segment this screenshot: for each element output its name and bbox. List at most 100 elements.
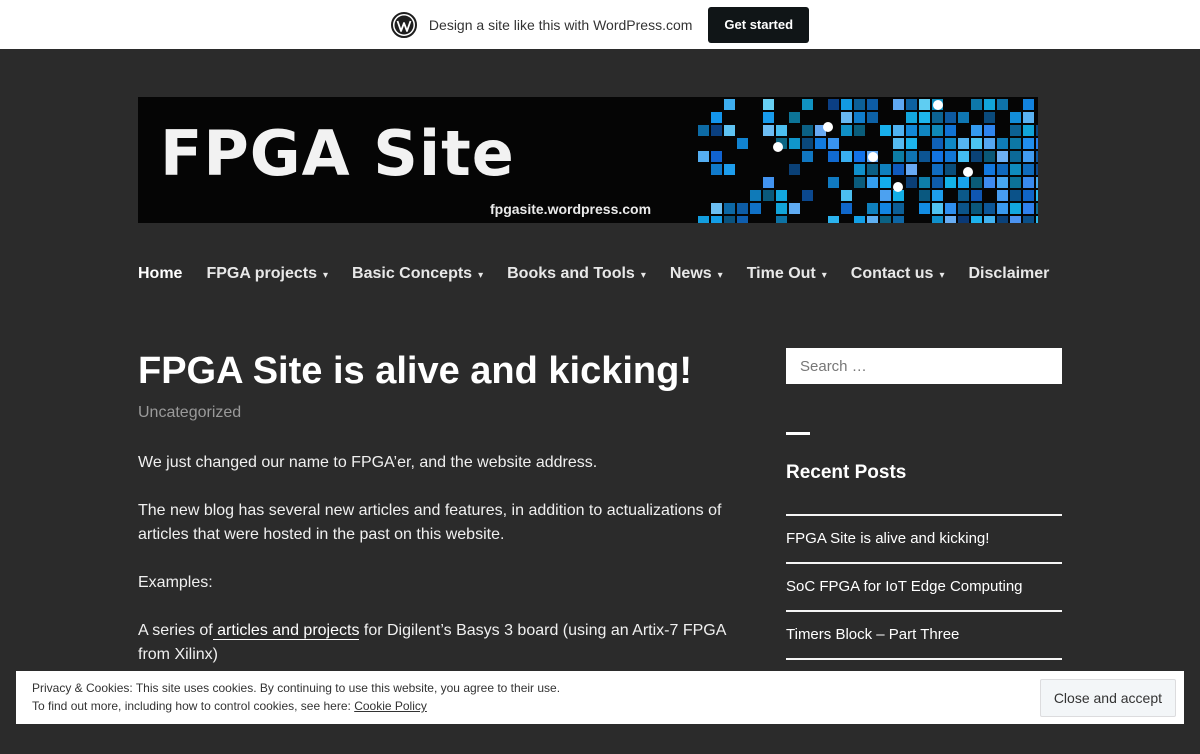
recent-post-link[interactable]: Timers Block – Part Three [786, 610, 1062, 658]
mosaic-tile [724, 203, 735, 214]
mosaic-tile [893, 216, 904, 223]
mosaic-tile [958, 151, 969, 162]
mosaic-tile [919, 203, 930, 214]
nav-item-label: News [669, 265, 712, 282]
mosaic-tile [789, 203, 800, 214]
mosaic-tile [932, 177, 943, 188]
mosaic-tile [958, 203, 969, 214]
mosaic-tile [763, 99, 774, 110]
nav-item-label: Contact us [850, 265, 934, 282]
nav-item-label: Time Out [746, 265, 816, 282]
mosaic-tile [737, 138, 748, 149]
mosaic-tile [906, 177, 917, 188]
mosaic-tile [919, 177, 930, 188]
mosaic-tile [1023, 203, 1034, 214]
nav-item-time-out[interactable]: Time Out ▾ [747, 265, 827, 283]
nav-item-fpga-projects[interactable]: FPGA projects ▾ [206, 265, 328, 283]
mosaic-tile [698, 151, 709, 162]
mosaic-tile [997, 216, 1008, 223]
mosaic-tile [841, 151, 852, 162]
nav-item-news[interactable]: News ▾ [670, 265, 723, 283]
mosaic-tile [932, 125, 943, 136]
mosaic-tile [1023, 138, 1034, 149]
mosaic-tile [958, 216, 969, 223]
mosaic-tile [906, 164, 917, 175]
post-category[interactable]: Uncategorized [138, 404, 241, 422]
close-and-accept-button[interactable]: Close and accept [1039, 679, 1176, 717]
mosaic-tile [1023, 125, 1034, 136]
mosaic-tile [984, 177, 995, 188]
mosaic-tile [971, 125, 982, 136]
mosaic-tile [958, 112, 969, 123]
mosaic-tile [724, 99, 735, 110]
mosaic-tile [854, 125, 865, 136]
mosaic-tile [854, 216, 865, 223]
cookie-policy-link[interactable]: Cookie Policy [354, 699, 427, 713]
mosaic-tile [945, 125, 956, 136]
nav-item-books-and-tools[interactable]: Books and Tools ▾ [507, 265, 646, 283]
widget-divider [786, 432, 810, 435]
post-title[interactable]: FPGA Site is alive and kicking! [138, 350, 692, 393]
mosaic-tile [919, 151, 930, 162]
mosaic-tile [906, 138, 917, 149]
cookie-text-line2: To find out more, including how to contr… [32, 697, 1168, 715]
mosaic-tile [880, 203, 891, 214]
mosaic-tile [1010, 138, 1021, 149]
mosaic-tile [997, 99, 1008, 110]
mosaic-tile [984, 151, 995, 162]
mosaic-tile [893, 203, 904, 214]
mosaic-tile [932, 151, 943, 162]
recent-post-link[interactable]: FPGA Site is alive and kicking! [786, 514, 1062, 562]
sparkle [933, 100, 943, 110]
mosaic-tile [698, 125, 709, 136]
site-header-banner[interactable]: FPGA Site fpgasite.wordpress.com [138, 97, 1038, 223]
mosaic-tile [802, 99, 813, 110]
mosaic-tile [1036, 190, 1038, 201]
mosaic-tile [1010, 151, 1021, 162]
mosaic-tile [1023, 99, 1034, 110]
mosaic-tile [932, 216, 943, 223]
mosaic-tile [776, 190, 787, 201]
recent-post-link[interactable]: SoC FPGA for IoT Edge Computing [786, 562, 1062, 610]
mosaic-tile [880, 164, 891, 175]
mosaic-tile [906, 151, 917, 162]
chevron-down-icon: ▾ [821, 269, 827, 281]
mosaic-tile [984, 99, 995, 110]
search-input[interactable] [798, 356, 1050, 376]
mosaic-tile [997, 151, 1008, 162]
nav-item-basic-concepts[interactable]: Basic Concepts ▾ [352, 265, 483, 283]
mosaic-tile [880, 177, 891, 188]
mosaic-tile [932, 112, 943, 123]
mosaic-tile [958, 177, 969, 188]
mosaic-tile [867, 177, 878, 188]
mosaic-tile [711, 216, 722, 223]
mosaic-tile [971, 138, 982, 149]
nav-item-contact-us[interactable]: Contact us ▾ [851, 265, 945, 283]
nav-item-home[interactable]: Home [138, 265, 182, 283]
mosaic-tile [867, 164, 878, 175]
mosaic-tile [815, 138, 826, 149]
sparkle [868, 152, 878, 162]
mosaic-tile [997, 177, 1008, 188]
wordpress-logo-icon[interactable] [390, 11, 417, 38]
mosaic-tile [711, 164, 722, 175]
mosaic-tile [1036, 138, 1038, 149]
mosaic-tile [724, 125, 735, 136]
nav-item-disclaimer[interactable]: Disclaimer [968, 265, 1049, 283]
mosaic-tile [958, 190, 969, 201]
get-started-button[interactable]: Get started [708, 6, 810, 43]
nav-item-label: Disclaimer [968, 265, 1050, 282]
sparkle [893, 182, 903, 192]
sparkle [963, 167, 973, 177]
mosaic-tile [802, 138, 813, 149]
mosaic-tile [919, 125, 930, 136]
mosaic-tile [854, 99, 865, 110]
nav-item-label: Home [138, 265, 183, 282]
mosaic-tile [984, 164, 995, 175]
articles-projects-link[interactable]: articles and projects [212, 622, 360, 640]
mosaic-tile [802, 190, 813, 201]
mosaic-tile [893, 164, 904, 175]
mosaic-tile [1023, 177, 1034, 188]
mosaic-tile [828, 138, 839, 149]
main-navigation: Home FPGA projects ▾ Basic Concepts ▾ Books a… [138, 262, 1073, 286]
